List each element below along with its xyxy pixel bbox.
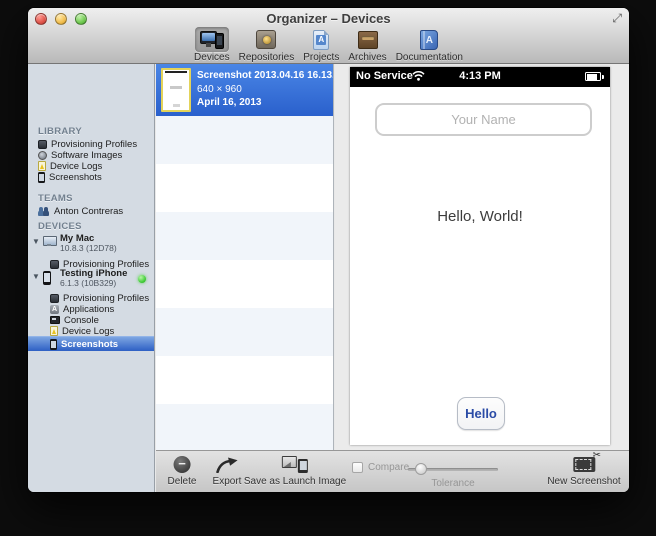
provisioning-profiles-icon [38,140,47,149]
screenshot-preview-image[interactable]: No Service 4:13 PM Your Name Hello, Worl… [350,67,610,445]
export-arrow-icon [216,455,239,474]
toolbar-item-devices[interactable]: Devices [194,27,230,63]
compare-label: Compare [368,462,409,473]
screenshot-resolution: 640 × 960 [197,83,334,97]
tolerance-label: Tolerance [431,478,474,489]
archives-icon [358,31,378,49]
sidebar-item-team-anton-contreras[interactable]: Anton Contreras [38,205,152,217]
screenshot-list[interactable]: Screenshot 2013.04.16 16.13... 640 × 960… [156,64,334,450]
preview-your-name-field: Your Name [375,103,592,136]
sidebar-item-screenshots[interactable]: Screenshots [38,171,152,183]
toolbar-item-documentation[interactable]: Documentation [396,27,463,63]
screenshot-title: Screenshot 2013.04.16 16.13... [197,69,334,83]
sidebar-header-library: LIBRARY [38,126,82,137]
fullscreen-icon[interactable]: ⤢ [612,11,622,26]
sidebar: LIBRARY Provisioning Profiles Software I… [28,64,155,492]
window-title: Organizer – Devices [28,11,629,26]
new-screenshot-icon: ✂ [573,457,595,472]
applications-icon: A [50,305,59,314]
sidebar-device-testing-iphone[interactable]: ▼ Testing iPhone 6.1.3 (10B329) [30,268,152,290]
screenshots-icon [38,172,45,183]
list-empty-rows [156,116,333,450]
iphone-icon [43,271,51,285]
toolbar-item-archives[interactable]: Archives [348,27,386,63]
disclosure-triangle-icon[interactable]: ▼ [32,272,40,281]
launch-image-icon [282,456,308,473]
screenshot-list-item-selected[interactable]: Screenshot 2013.04.16 16.13... 640 × 960… [156,64,333,116]
window-header: Organizer – Devices ⤢ Devices Repositori… [28,8,629,64]
preview-hello-button: Hello [457,397,505,430]
mac-icon [43,236,55,246]
delete-minus-icon: − [174,456,191,473]
sidebar-item-iphone-screenshots-selected[interactable]: Screenshots [28,336,154,351]
device-connected-status-dot [138,275,146,283]
toolbar-item-projects[interactable]: Projects [303,27,339,63]
delete-button[interactable]: − Delete [168,455,197,487]
preview-pane: No Service 4:13 PM Your Name Hello, Worl… [335,64,629,450]
tolerance-slider-knob[interactable] [415,463,427,475]
sidebar-header-teams: TEAMS [38,193,73,204]
team-icon [38,206,50,216]
status-bar-time: 4:13 PM [350,70,610,82]
bottom-toolbar: − Delete Export Save as Launch Image Com… [156,450,629,492]
device-logs-icon [50,326,58,336]
new-screenshot-button[interactable]: ✂ New Screenshot [547,455,620,487]
projects-icon [313,30,329,50]
battery-icon [585,72,604,81]
tolerance-slider[interactable] [408,468,498,471]
titlebar[interactable]: Organizer – Devices ⤢ [28,8,629,28]
organizer-window: Organizer – Devices ⤢ Devices Repositori… [28,8,629,492]
main-toolbar: Devices Repositories Projects Archives D… [28,27,629,64]
screenshot-date: April 16, 2013 [197,96,334,110]
compare-control: Compare [352,462,409,473]
device-logs-icon [38,161,46,171]
toolbar-item-repositories[interactable]: Repositories [239,27,295,63]
console-icon [50,316,60,324]
screenshot-thumbnail [161,68,191,112]
provisioning-profiles-icon [50,294,59,303]
repositories-icon [256,30,276,49]
screenshots-icon [50,339,57,350]
disclosure-triangle-icon[interactable]: ▼ [32,237,40,246]
compare-checkbox[interactable] [352,462,363,473]
devices-icon [200,30,224,50]
preview-hello-world-label: Hello, World! [350,208,610,225]
export-button[interactable]: Export [213,455,242,487]
software-images-icon [38,151,47,160]
sidebar-header-devices: DEVICES [38,221,82,232]
sidebar-device-my-mac[interactable]: ▼ My Mac 10.8.3 (12D78) [30,233,152,255]
preview-status-bar: No Service 4:13 PM [350,67,610,87]
save-as-launch-image-button[interactable]: Save as Launch Image [244,455,346,487]
documentation-icon [420,30,438,50]
